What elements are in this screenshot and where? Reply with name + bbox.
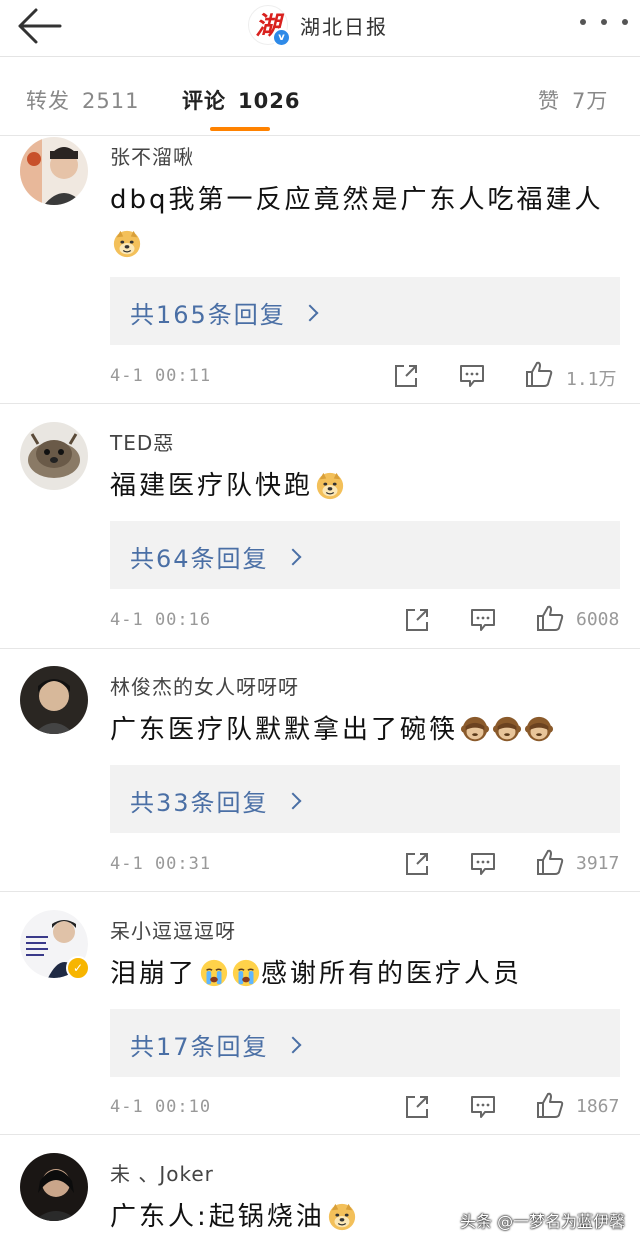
avatar[interactable] [20, 666, 88, 734]
avatar[interactable] [20, 422, 88, 490]
comment-timestamp: 4-1 00:31 [110, 854, 212, 874]
monkey-emoji-icon [460, 714, 490, 744]
active-tab-indicator [210, 127, 270, 131]
replies-link[interactable]: 共33条回复 [110, 765, 620, 833]
comment-body: 福建医疗队快跑 [110, 471, 314, 501]
crying-emoji-icon [199, 958, 229, 988]
comment-timestamp: 4-1 00:11 [110, 366, 212, 386]
tab-label: 赞 [538, 89, 560, 113]
comment-body: 广东医疗队默默拿出了碗筷 [110, 715, 459, 745]
replies-link[interactable]: 共165条回复 [110, 277, 620, 345]
tab-comments[interactable]: 评论 1026 [182, 85, 300, 115]
comment-username[interactable]: 未 、Joker [110, 1158, 214, 1187]
comment-icon[interactable] [458, 362, 486, 390]
comment-username[interactable]: 呆小逗逗逗呀 [110, 915, 236, 944]
tab-count: 7万 [572, 89, 609, 113]
like-count: 6008 [576, 609, 620, 630]
comment-icon[interactable] [469, 1093, 497, 1121]
like-icon[interactable] [524, 360, 554, 388]
chevron-right-icon [284, 1036, 302, 1054]
crying-emoji-icon [231, 958, 261, 988]
vip-badge-icon: ✓ [66, 956, 90, 980]
share-icon[interactable] [403, 1093, 431, 1121]
replies-link[interactable]: 共17条回复 [110, 1009, 620, 1077]
account-logo: 湖 v [248, 5, 291, 47]
like-icon[interactable] [535, 848, 565, 876]
share-icon[interactable] [403, 850, 431, 878]
doge-emoji-icon [315, 470, 345, 500]
account-header[interactable]: 湖 v 湖北日报 [248, 2, 388, 48]
tab-reposts[interactable]: 转发 2511 [26, 85, 139, 115]
comment-timestamp: 4-1 00:10 [110, 1097, 212, 1117]
verified-badge-icon: v [272, 28, 291, 47]
comment-item: TED惡 福建医疗队快跑 共64条回复 4-1 00:16 6008 [0, 404, 640, 648]
doge-emoji-icon [112, 228, 142, 258]
like-icon[interactable] [535, 604, 565, 632]
avatar[interactable]: ✓ [20, 910, 90, 980]
like-count: 3917 [576, 853, 620, 874]
back-arrow-icon[interactable] [14, 6, 64, 46]
tab-label: 评论 [182, 89, 226, 113]
comment-body: 广东人:起锅烧油 [110, 1202, 325, 1232]
comment-icon[interactable] [469, 850, 497, 878]
comment-username[interactable]: 张不溜啾 [110, 141, 194, 170]
like-count: 1.1万 [566, 369, 617, 390]
comment-username[interactable]: 林俊杰的女人呀呀呀 [110, 671, 299, 700]
monkey-emoji-icon [524, 714, 554, 744]
comment-item: ✓ 呆小逗逗逗呀 泪崩了 感谢所有的医疗人员 共17条回复 4-1 00:10 1… [0, 892, 640, 1134]
avatar[interactable] [20, 137, 88, 205]
like-count: 1867 [576, 1096, 620, 1117]
replies-link[interactable]: 共64条回复 [110, 521, 620, 589]
chevron-right-icon [284, 548, 302, 566]
comment-text: 广东医疗队默默拿出了碗筷 [110, 708, 630, 752]
monkey-emoji-icon [492, 714, 522, 744]
comment-timestamp: 4-1 00:16 [110, 610, 212, 630]
watermark: 头条 @一梦名为蓝伊馨 [460, 1212, 626, 1231]
tab-likes[interactable]: 赞 7万 [538, 85, 608, 115]
comment-body: 泪崩了 [110, 959, 198, 989]
comment-body: dbq我第一反应竟然是广东人吃福建人 [110, 185, 604, 215]
doge-emoji-icon [327, 1201, 357, 1231]
share-icon[interactable] [392, 362, 420, 390]
replies-label: 共33条回复 [130, 789, 269, 817]
replies-label: 共64条回复 [130, 545, 269, 573]
replies-label: 共17条回复 [130, 1033, 269, 1061]
comment-username[interactable]: TED惡 [110, 427, 174, 456]
replies-label: 共165条回复 [130, 301, 286, 329]
share-icon[interactable] [403, 606, 431, 634]
comment-text: 泪崩了 感谢所有的医疗人员 [110, 952, 630, 996]
avatar[interactable] [20, 1153, 88, 1221]
chevron-right-icon [284, 792, 302, 810]
top-bar: 湖 v 湖北日报 [0, 0, 640, 56]
comment-text: dbq我第一反应竟然是广东人吃福建人 [110, 178, 630, 266]
like-icon[interactable] [535, 1091, 565, 1119]
comment-body: 感谢所有的医疗人员 [261, 959, 523, 989]
comment-icon[interactable] [469, 606, 497, 634]
tab-label: 转发 [26, 89, 70, 113]
comment-text: 福建医疗队快跑 [110, 464, 630, 508]
tab-count: 2511 [82, 89, 140, 113]
tab-bar: 转发 2511 评论 1026 赞 7万 [0, 57, 640, 135]
comment-item: 张不溜啾 dbq我第一反应竟然是广东人吃福建人 共165条回复 4-1 00:1… [0, 136, 640, 402]
comment-item: 林俊杰的女人呀呀呀 广东医疗队默默拿出了碗筷 共33条回复 4-1 00:31 … [0, 649, 640, 891]
tab-count: 1026 [238, 89, 301, 113]
chevron-right-icon [301, 304, 319, 322]
account-name: 湖北日报 [300, 14, 388, 39]
more-options-icon[interactable] [580, 8, 628, 36]
